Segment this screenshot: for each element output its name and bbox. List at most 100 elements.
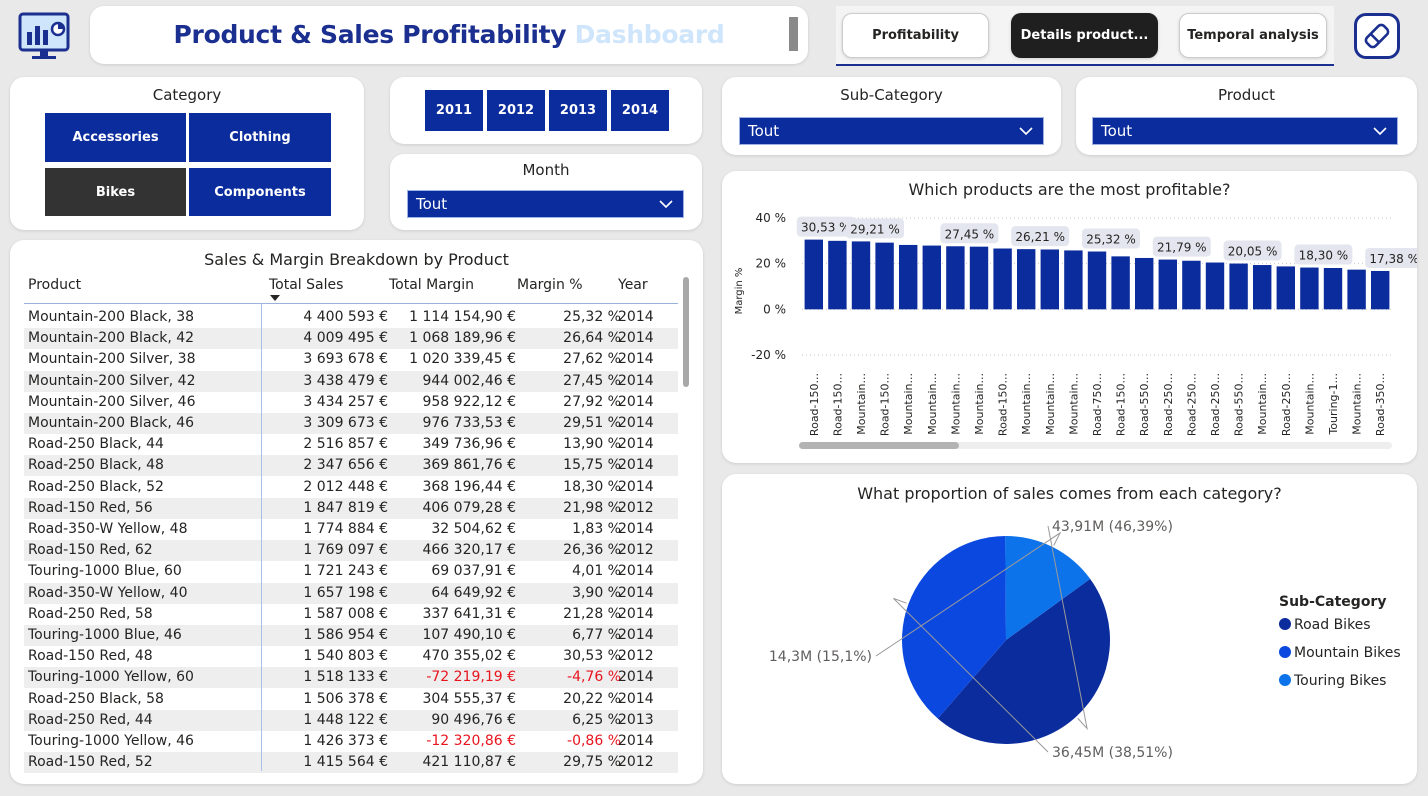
table-row[interactable]: Road-150 Red, 56 1 847 819 € 406 079,28 € 2… <box>24 497 678 519</box>
table-row[interactable]: Road-250 Red, 58 1 587 008 € 337 641,31 € 2… <box>24 604 678 625</box>
table-row[interactable]: Road-250 Black, 52 2 012 448 € 368 196,44 … <box>24 477 678 498</box>
nav-temporal-analysis-button[interactable]: Temporal analysis <box>1179 13 1327 58</box>
data-label: 20,05 % <box>1228 245 1278 259</box>
bar[interactable] <box>993 248 1012 310</box>
table-row[interactable]: Road-150 Red, 52 1 415 564 € 421 110,87 € 2… <box>24 752 678 774</box>
bar[interactable] <box>898 244 918 310</box>
dashboard-logo-icon <box>18 12 70 62</box>
category-clothing-tile[interactable]: Clothing <box>189 113 331 162</box>
category-components-tile[interactable]: Components <box>189 168 331 216</box>
profitability-bar-chart-card: Which products are the most profitable? … <box>722 171 1417 463</box>
pie-data-label: 14,3M (15,1%) <box>769 649 872 665</box>
table-row[interactable]: Road-250 Red, 44 1 448 122 € 90 496,76 € 6,… <box>24 709 678 731</box>
clear-filters-button[interactable] <box>1354 13 1400 59</box>
year-2013-tile[interactable]: 2013 <box>549 90 607 131</box>
table-scrollbar-thumb[interactable] <box>683 277 689 387</box>
table-row[interactable]: Touring-1000 Blue, 46 1 586 954 € 107 490,… <box>24 625 678 646</box>
column-header-product[interactable]: Product <box>28 277 81 293</box>
bar[interactable] <box>1370 270 1390 310</box>
bar[interactable] <box>1064 250 1083 310</box>
product-dropdown[interactable]: Tout <box>1092 117 1398 145</box>
table-row[interactable]: Road-250 Black, 58 1 506 378 € 304 555,37 … <box>24 689 678 710</box>
table-row[interactable]: Mountain-200 Black, 42 4 009 495 € 1 068 1… <box>24 328 678 350</box>
bar[interactable] <box>1205 262 1225 310</box>
bar[interactable] <box>922 245 942 310</box>
nav-profitability-button[interactable]: Profitability <box>842 13 989 58</box>
month-dropdown[interactable]: Tout <box>407 190 684 218</box>
cell-margin-percent: 25,32 % <box>563 309 621 325</box>
bar[interactable] <box>1111 256 1130 310</box>
cell-total-sales: 1 721 243 € <box>303 563 388 580</box>
year-2011-tile[interactable]: 2011 <box>425 90 483 131</box>
cell-total-sales: 4 400 593 € <box>303 309 388 325</box>
legend-item[interactable]: Mountain Bikes <box>1294 645 1401 661</box>
bar[interactable] <box>1323 268 1343 310</box>
table-row[interactable]: Mountain-200 Black, 38 4 400 593 € 1 114 1… <box>24 307 678 328</box>
bar[interactable] <box>1252 265 1272 310</box>
bar[interactable] <box>1182 260 1201 310</box>
subcategory-dropdown[interactable]: Tout <box>739 117 1044 145</box>
table-row[interactable]: Mountain-200 Silver, 46 3 434 257 € 958 92… <box>24 392 678 413</box>
bar[interactable] <box>1016 249 1036 310</box>
chart-scrollbar-thumb[interactable] <box>799 442 959 449</box>
bar[interactable] <box>946 246 965 310</box>
data-label: 17,38 % <box>1369 252 1417 266</box>
table-row[interactable]: Road-250 Black, 44 2 516 857 € 349 736,96 … <box>24 434 678 455</box>
data-label: 26,21 % <box>1015 230 1065 244</box>
bar[interactable] <box>1347 269 1366 310</box>
table-row[interactable]: Mountain-200 Silver, 42 3 438 479 € 944 00… <box>24 370 678 392</box>
category-bikes-tile[interactable]: Bikes <box>45 168 186 216</box>
x-tick-label: Mountain... <box>1351 373 1364 435</box>
sort-descending-icon[interactable] <box>270 295 280 301</box>
bar[interactable] <box>1158 259 1178 310</box>
legend-item[interactable]: Road Bikes <box>1294 617 1371 633</box>
legend-item[interactable]: Touring Bikes <box>1293 673 1386 689</box>
cell-total-margin: 406 079,28 € <box>422 499 516 516</box>
cell-product: Road-150 Red, 52 <box>28 754 153 771</box>
x-tick-label: Mountain... <box>1020 373 1033 435</box>
nav-details-product-button[interactable]: Details product... <box>1011 13 1158 58</box>
column-header-total-sales[interactable]: Total Sales <box>269 277 343 293</box>
column-header-margin-percent[interactable]: Margin % <box>517 277 583 293</box>
table-row[interactable]: Road-250 Black, 48 2 347 656 € 369 861,76 … <box>24 455 678 477</box>
table-row[interactable]: Road-350-W Yellow, 40 1 657 198 € 64 649,9… <box>24 582 678 604</box>
bar[interactable] <box>1276 266 1296 310</box>
table-row[interactable]: Mountain-200 Silver, 38 3 693 678 € 1 020 … <box>24 349 678 370</box>
cell-total-sales: 1 847 819 € <box>303 499 388 516</box>
year-2014-tile[interactable]: 2014 <box>611 90 669 131</box>
table-row[interactable]: Road-150 Red, 48 1 540 803 € 470 355,02 € 3… <box>24 646 678 667</box>
table-row[interactable]: Road-350-W Yellow, 48 1 774 884 € 32 504,6… <box>24 519 678 540</box>
data-label: 21,79 % <box>1157 241 1207 255</box>
cell-margin-percent: 27,62 % <box>563 351 621 368</box>
subcategory-slicer-title: Sub-Category <box>840 86 943 104</box>
month-dropdown-value: Tout <box>416 195 448 213</box>
x-tick-label: Road-550... <box>1138 373 1151 436</box>
bar[interactable] <box>875 242 894 310</box>
bar[interactable] <box>1134 257 1154 310</box>
cell-margin-percent: 21,98 % <box>563 499 621 516</box>
cell-year: 2014 <box>618 521 654 537</box>
column-header-year[interactable]: Year <box>618 277 648 293</box>
table-row[interactable]: Touring-1000 Yellow, 46 1 426 373 € -12 32… <box>24 731 678 752</box>
bar[interactable] <box>1087 251 1107 310</box>
title-scrollbar[interactable] <box>789 17 798 51</box>
bar[interactable] <box>969 246 989 310</box>
table-row[interactable]: Road-150 Red, 62 1 769 097 € 466 320,17 € 2… <box>24 540 678 562</box>
category-accessories-tile[interactable]: Accessories <box>45 113 186 162</box>
table-row[interactable]: Touring-1000 Yellow, 60 1 518 133 € -72 21… <box>24 667 678 689</box>
bar[interactable] <box>1040 249 1060 310</box>
bar[interactable] <box>1229 263 1248 310</box>
column-header-total-margin[interactable]: Total Margin <box>389 277 474 293</box>
year-2012-tile[interactable]: 2012 <box>487 90 545 131</box>
bar[interactable] <box>851 241 871 310</box>
cell-total-margin: 369 861,76 € <box>422 457 516 474</box>
header-divider <box>24 303 678 304</box>
bar[interactable] <box>1300 267 1319 310</box>
bar[interactable] <box>804 239 824 310</box>
cell-product: Mountain-200 Silver, 42 <box>28 372 196 389</box>
bar[interactable] <box>828 240 847 310</box>
cell-total-sales: 1 426 373 € <box>303 733 388 749</box>
table-row[interactable]: Touring-1000 Blue, 60 1 721 243 € 69 037,9… <box>24 561 678 582</box>
table-row[interactable]: Mountain-200 Black, 46 3 309 673 € 976 733… <box>24 413 678 434</box>
legend-marker <box>1279 674 1291 686</box>
